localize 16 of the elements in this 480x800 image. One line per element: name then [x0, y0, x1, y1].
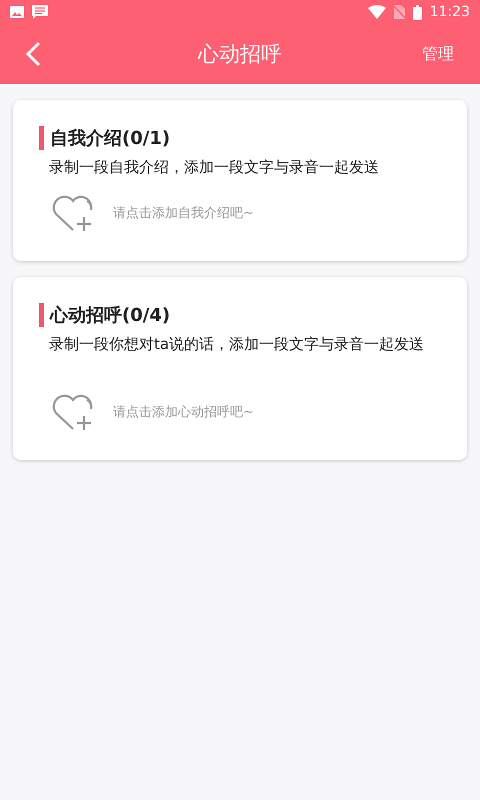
image-icon: [10, 6, 24, 18]
add-hint[interactable]: 请点击添加自我介绍吧~: [113, 204, 254, 222]
page-title: 心动招呼: [198, 41, 282, 68]
section-description: 录制一段你想对ta说的话，添加一段文字与录音一起发送: [49, 335, 426, 354]
section-description: 录制一段自我介绍，添加一段文字与录音一起发送: [49, 158, 380, 177]
manage-button[interactable]: 管理: [422, 44, 454, 64]
accent-bar: [39, 303, 44, 327]
status-time: 11:23: [430, 4, 470, 20]
battery-icon: [412, 4, 422, 20]
message-icon: [32, 5, 48, 19]
section-title: 自我介绍(0/1): [50, 127, 170, 150]
no-sim-icon: [394, 5, 405, 19]
add-hint[interactable]: 请点击添加心动招呼吧~: [113, 403, 254, 421]
accent-bar: [39, 126, 44, 150]
section-title: 心动招呼(0/4): [50, 304, 170, 327]
wifi-icon: [368, 5, 386, 19]
